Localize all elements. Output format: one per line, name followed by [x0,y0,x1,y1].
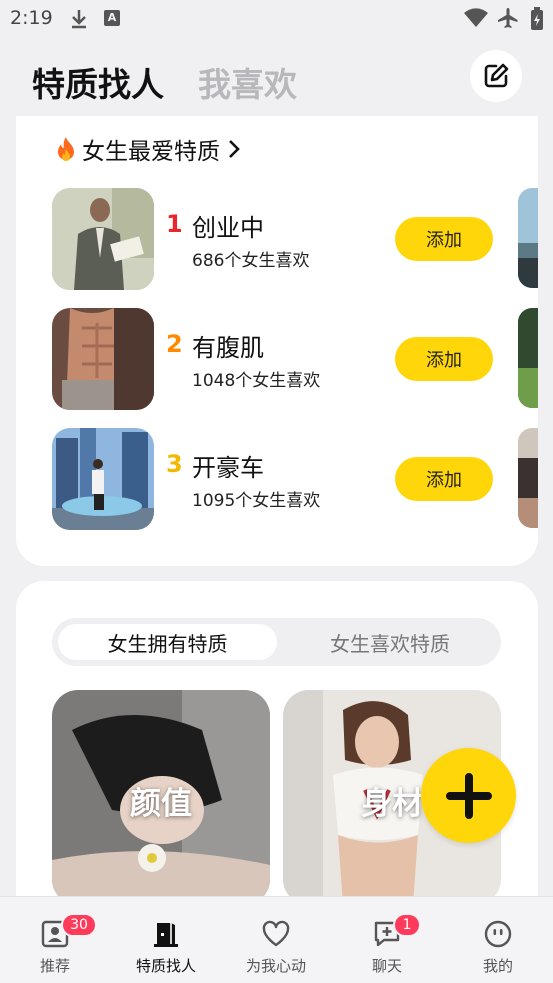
ranking-row-3[interactable]: 3 开豪车 1095个女生喜欢 添加 [52,428,532,530]
tab-my-likes[interactable]: 我喜欢 [198,58,297,106]
tab-trait-search[interactable]: 特质找人 [32,58,164,106]
ranking-row-1[interactable]: 1 创业中 686个女生喜欢 添加 [52,188,532,290]
nav-label: 推荐 [39,957,70,975]
nav-label: 特质找人 [135,957,196,975]
feature-label: 颜值 [130,786,192,822]
likes-count: 686个女生喜欢 [192,251,310,271]
nav-label: 聊天 [371,957,402,975]
nav-likes-me[interactable]: 为我心动 [226,897,326,983]
nav-chat[interactable]: 1 聊天 [337,897,437,983]
segment-women-have[interactable]: 女生拥有特质 [58,624,277,660]
heart-icon [262,920,290,947]
ranking-row-2[interactable]: 2 有腹肌 1048个女生喜欢 添加 [52,308,532,410]
trait-name: 开豪车 [192,454,264,482]
add-button[interactable]: 添加 [395,337,493,381]
nav-recommend[interactable]: 30 推荐 [5,897,105,983]
battery-charging-icon [531,7,543,30]
ranking-title[interactable]: 女生最爱特质 [54,132,240,166]
feature-segmented-control: 女生拥有特质 女生喜欢特质 [52,618,501,666]
segment-women-like[interactable]: 女生喜欢特质 [285,624,495,660]
bottom-navigation: 30 推荐 特质找人 为我心动 1 聊天 我的 [0,896,553,983]
edit-icon [484,63,509,88]
next-photo-peek [518,428,538,528]
ranking-card: 女生最爱特质 1 创业中 686个女生喜欢 添加 2 有腹肌 1048个女生喜欢… [16,116,538,566]
trait-name: 有腹肌 [192,334,264,362]
nav-trait-search[interactable]: 特质找人 [116,897,216,983]
edit-button[interactable] [470,50,522,102]
add-fab-button[interactable] [421,748,516,843]
nav-mine[interactable]: 我的 [448,897,548,983]
plus-icon [445,772,492,819]
nav-label: 为我心动 [245,957,306,975]
likes-count: 1048个女生喜欢 [192,371,321,391]
status-bar: 2:19 A [0,0,553,38]
face-icon [484,920,512,948]
rank-number: 3 [166,450,183,478]
door-icon [154,923,178,947]
airplane-icon [498,8,518,28]
header: 特质找人 我喜欢 [0,40,553,116]
trait-name: 创业中 [192,214,264,242]
trait-photo-entrepreneur [52,188,154,290]
features-card: 女生拥有特质 女生喜欢特质 颜值 身材 [16,581,538,901]
add-button[interactable]: 添加 [395,217,493,261]
rank-number: 1 [166,210,183,238]
notification-badge: 30 [61,913,97,937]
download-icon [72,10,86,29]
add-button[interactable]: 添加 [395,457,493,501]
status-time: 2:19 [10,7,53,29]
trait-photo-luxury-car [52,428,154,530]
chevron-right-icon [229,140,240,158]
nav-label: 我的 [482,957,513,975]
feature-card-looks[interactable]: 颜值 [52,690,270,901]
ranking-title-text: 女生最爱特质 [82,139,220,165]
notification-badge: 1 [393,913,421,937]
wifi-icon [464,8,488,27]
rank-number: 2 [166,330,183,358]
next-photo-peek [518,308,538,408]
a-notification-icon: A [104,10,120,26]
flame-icon [58,137,74,161]
next-photo-peek [518,188,538,288]
likes-count: 1095个女生喜欢 [192,491,321,511]
trait-photo-abs [52,308,154,410]
